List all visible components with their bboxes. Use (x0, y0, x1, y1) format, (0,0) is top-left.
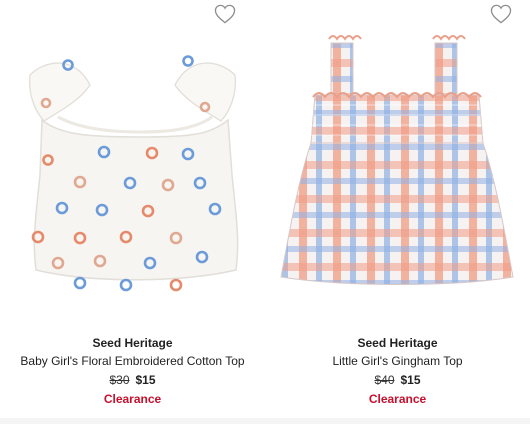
wishlist-button[interactable] (214, 4, 236, 24)
clearance-badge: Clearance (103, 392, 162, 406)
product-card[interactable]: Seed Heritage Baby Girl's Floral Embroid… (0, 0, 265, 424)
heart-outline-icon[interactable] (214, 4, 236, 24)
product-image[interactable] (0, 25, 265, 315)
divider (0, 418, 530, 424)
original-price: $40 (374, 373, 395, 387)
product-price: $30 $15 (0, 373, 265, 387)
wishlist-button[interactable] (490, 4, 512, 24)
heart-outline-icon[interactable] (490, 4, 512, 24)
product-image[interactable] (265, 25, 530, 315)
sale-price: $15 (400, 373, 421, 387)
product-brand: Seed Heritage (357, 336, 438, 350)
product-card[interactable]: Seed Heritage Little Girl's Gingham Top … (265, 0, 530, 424)
clearance-badge: Clearance (368, 392, 427, 406)
original-price: $30 (109, 373, 130, 387)
product-title[interactable]: Little Girl's Gingham Top (265, 354, 530, 368)
sale-price: $15 (135, 373, 156, 387)
product-title[interactable]: Baby Girl's Floral Embroidered Cotton To… (0, 354, 265, 368)
product-brand: Seed Heritage (92, 336, 173, 350)
product-price: $40 $15 (265, 373, 530, 387)
product-grid: Seed Heritage Baby Girl's Floral Embroid… (0, 0, 530, 424)
